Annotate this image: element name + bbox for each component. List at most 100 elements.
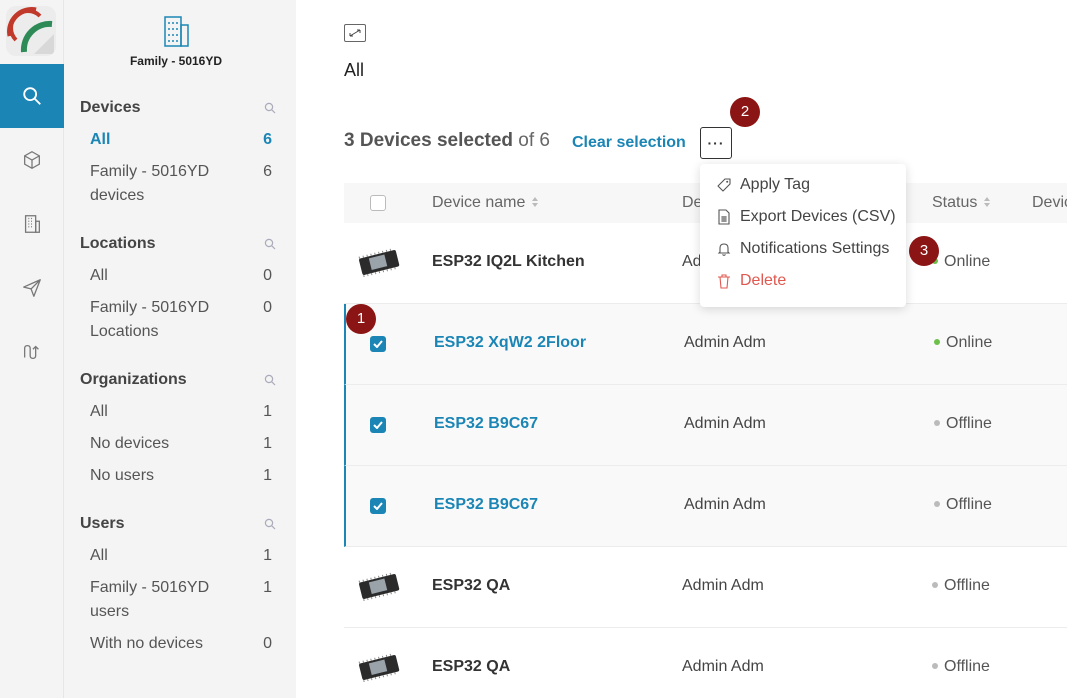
row-checkbox[interactable] xyxy=(370,417,386,433)
status-dot xyxy=(932,663,938,669)
export-csv-menu-item[interactable]: Export Devices (CSV) xyxy=(716,208,896,226)
table-row[interactable]: ESP32 B9C67 Admin Adm Offline xyxy=(344,466,1067,547)
building-icon xyxy=(164,16,189,47)
device-status: Online xyxy=(932,253,990,271)
device-status: Offline xyxy=(932,658,990,676)
table-row[interactable]: ESP32 B9C67 Admin Adm Offline xyxy=(344,385,1067,466)
filter-count: 1 xyxy=(263,403,272,420)
search-nav-button[interactable] xyxy=(0,64,64,128)
filter-count: 6 xyxy=(263,163,272,180)
device-status: Online xyxy=(934,334,992,352)
filter-item-no-devices[interactable]: No devices 1 xyxy=(80,432,280,456)
devices-nav-button[interactable] xyxy=(0,128,64,192)
notifications-settings-menu-item[interactable]: Notifications Settings xyxy=(716,240,889,258)
org-header: Family - 5016YD xyxy=(64,14,288,68)
status-dot xyxy=(934,420,940,426)
table-row[interactable]: ESP32 XqW2 2Floor Admin Adm Online xyxy=(344,304,1067,385)
flow-icon xyxy=(24,344,39,360)
check-icon xyxy=(373,340,383,348)
filter-count: 1 xyxy=(263,547,272,564)
app-logo[interactable] xyxy=(6,6,56,56)
column-label: Device name xyxy=(432,194,526,211)
apply-tag-menu-item[interactable]: Apply Tag xyxy=(716,176,810,194)
column-device-extra[interactable]: Devic xyxy=(1032,194,1067,212)
org-name: Family - 5016YD xyxy=(129,54,223,68)
filter-item-no-users[interactable]: No users 1 xyxy=(80,464,280,488)
filter-item-family-locations[interactable]: Family - 5016YD Locations 0 xyxy=(80,296,280,344)
clear-selection-button[interactable]: Clear selection xyxy=(572,134,686,152)
status-dot xyxy=(934,501,940,507)
filter-label: All xyxy=(90,267,108,284)
device-name[interactable]: ESP32 B9C67 xyxy=(434,415,538,433)
filter-item-family-devices[interactable]: Family - 5016YD devices 6 xyxy=(80,160,280,208)
filter-item-orgs-all[interactable]: All 1 xyxy=(80,400,280,424)
menu-item-label: Delete xyxy=(740,272,787,289)
row-checkbox[interactable] xyxy=(370,336,386,352)
flows-nav-button[interactable] xyxy=(0,320,64,384)
column-status[interactable]: Status xyxy=(932,194,991,212)
buildings-nav-button[interactable] xyxy=(0,192,64,256)
select-all-checkbox[interactable] xyxy=(370,195,386,211)
search-icon[interactable] xyxy=(264,238,276,250)
cube-icon xyxy=(24,151,40,169)
delete-menu-item[interactable]: Delete xyxy=(716,272,786,290)
device-owner: Admin Adm xyxy=(682,577,764,594)
section-title-text: Organizations xyxy=(80,371,187,388)
status-text: Offline xyxy=(944,658,990,675)
search-icon[interactable] xyxy=(264,518,276,530)
filter-item-devices-all[interactable]: All 6 xyxy=(80,128,280,152)
device-thumbnail xyxy=(358,248,400,278)
send-nav-button[interactable] xyxy=(0,256,64,320)
device-status: Offline xyxy=(934,496,992,514)
more-actions-button[interactable]: ··· xyxy=(700,127,732,159)
bell-icon xyxy=(717,243,731,256)
main-content: All 3 Devices selected of 6 Clear select… xyxy=(296,0,1067,698)
search-icon[interactable] xyxy=(264,102,276,114)
device-status: Offline xyxy=(932,577,990,595)
callout-badge-3: 3 xyxy=(909,236,939,266)
filter-count: 0 xyxy=(263,635,272,652)
filter-label: All xyxy=(90,131,111,148)
row-checkbox[interactable] xyxy=(370,498,386,514)
table-row[interactable]: ESP32 QA Admin Adm Offline xyxy=(344,628,1067,698)
filter-label: With no devices xyxy=(90,635,203,652)
device-owner: Admin Adm xyxy=(684,496,766,513)
device-name[interactable]: ESP32 QA xyxy=(432,658,510,676)
actions-dropdown: Apply Tag Export Devices (CSV) Notificat… xyxy=(700,164,906,307)
column-label: Status xyxy=(932,194,978,211)
menu-item-label: Export Devices (CSV) xyxy=(740,208,896,225)
status-text: Online xyxy=(946,334,993,351)
send-icon xyxy=(23,279,41,297)
device-owner: Admin Adm xyxy=(684,415,766,432)
filter-label: No users xyxy=(90,467,155,484)
status-dot xyxy=(934,339,940,345)
device-name[interactable]: ESP32 QA xyxy=(432,577,510,595)
status-dot xyxy=(932,582,938,588)
expand-button[interactable] xyxy=(344,24,366,42)
filter-item-with-no-devices[interactable]: With no devices 0 xyxy=(80,632,280,656)
tag-icon xyxy=(717,178,731,192)
table-row[interactable]: ESP32 QA Admin Adm Offline xyxy=(344,547,1067,628)
device-name[interactable]: ESP32 B9C67 xyxy=(434,496,538,514)
filter-item-family-users[interactable]: Family - 5016YD users 1 xyxy=(80,576,280,624)
filter-item-users-all[interactable]: All 1 xyxy=(80,544,280,568)
status-text: Offline xyxy=(944,577,990,594)
section-title: Locations xyxy=(80,232,280,256)
trash-icon xyxy=(718,274,730,289)
filter-label: Family - 5016YD users xyxy=(90,579,210,620)
filter-label: All xyxy=(90,403,108,420)
device-name[interactable]: ESP32 XqW2 2Floor xyxy=(434,334,586,352)
filter-item-locations-all[interactable]: All 0 xyxy=(80,264,280,288)
locations-section: Locations All 0 Family - 5016YD Locations… xyxy=(80,232,280,344)
status-text: Offline xyxy=(946,496,992,513)
filter-count: 6 xyxy=(263,131,272,148)
device-name[interactable]: ESP32 IQ2L Kitchen xyxy=(432,253,585,271)
search-icon[interactable] xyxy=(264,374,276,386)
menu-item-label: Notifications Settings xyxy=(740,240,890,257)
status-text: Offline xyxy=(946,415,992,432)
callout-badge-2: 2 xyxy=(730,97,760,127)
column-device-name[interactable]: Device name xyxy=(432,194,539,212)
users-section: Users All 1 Family - 5016YD users 1 With n… xyxy=(80,512,280,656)
filter-count: 1 xyxy=(263,435,272,452)
device-owner: Admin Adm xyxy=(684,334,766,351)
